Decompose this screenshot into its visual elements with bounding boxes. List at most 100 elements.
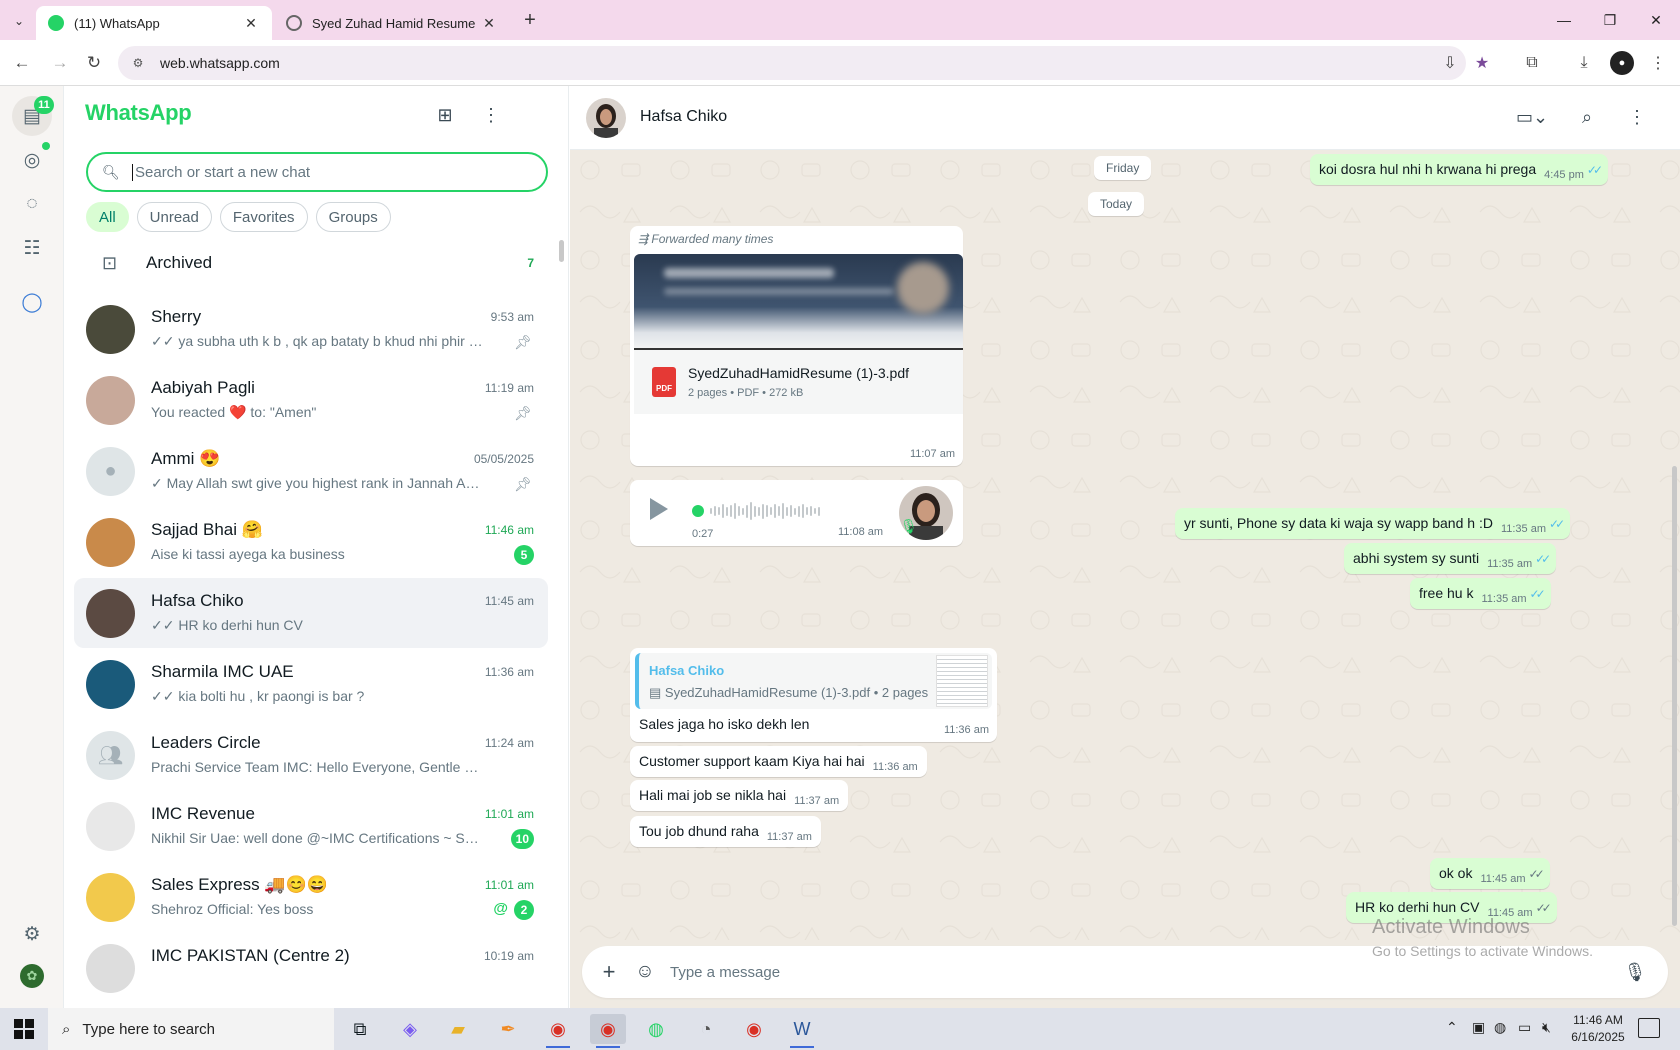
tab-search-chevron-icon[interactable]: ⌄ — [8, 10, 30, 32]
chat-list-item[interactable]: Sales Express 🚚😊😄 11:01 am Shehroz Officia… — [74, 862, 548, 932]
document-info[interactable]: PDF SyedZuhadHamidResume (1)-3.pdf 2 pag… — [634, 350, 963, 414]
forward-icon[interactable]: → — [48, 51, 72, 75]
tab-whatsapp[interactable]: (11) WhatsApp ✕ — [36, 6, 272, 40]
browser-profile-avatar[interactable]: ● — [1610, 51, 1634, 75]
url-field[interactable]: ⚙ web.whatsapp.com — [118, 46, 1466, 80]
site-info-icon[interactable]: ⚙ — [130, 55, 146, 71]
new-chat-icon[interactable]: ⊞ — [432, 102, 458, 128]
message-time: 11:35 am — [1487, 558, 1533, 570]
filter-favorites[interactable]: Favorites — [219, 202, 308, 232]
document-message[interactable]: ⇶ Forwarded many times PDF SyedZuhadHami… — [630, 226, 963, 466]
tray-app-icon[interactable]: ◍ — [1494, 1019, 1506, 1036]
voice-waveform[interactable] — [692, 500, 882, 522]
extensions-icon[interactable]: ⧉ — [1520, 51, 1544, 75]
volume-muted-icon[interactable]: 🔇︎ — [1542, 1019, 1551, 1036]
communities-icon[interactable]: ☷ — [20, 236, 44, 260]
app-icon[interactable]: ✒ — [490, 1014, 526, 1044]
quoted-message[interactable]: Hafsa Chiko ▤ SyedZuhadHamidResume (1)-3… — [635, 653, 992, 709]
chat-avatar[interactable] — [86, 873, 135, 922]
chat-avatar[interactable] — [86, 802, 135, 851]
chat-list-item[interactable]: IMC PAKISTAN (Centre 2) 10:19 am — [74, 933, 548, 1003]
video-call-icon[interactable]: ▭⌄ — [1508, 104, 1556, 130]
chat-avatar[interactable] — [86, 518, 135, 567]
conversation-header[interactable]: Hafsa Chiko ▭⌄ ⌕ ⋮ — [570, 86, 1680, 150]
filter-all[interactable]: All — [86, 202, 129, 232]
profile-avatar[interactable]: ✿ — [20, 964, 44, 988]
chat-preview: Aise ki tassi ayega ka business — [151, 546, 345, 562]
tray-app-icon[interactable]: ▣ — [1472, 1019, 1485, 1036]
restore-icon[interactable]: ❐ — [1592, 6, 1628, 34]
bookmark-star-icon[interactable]: ★ — [1470, 51, 1494, 75]
outgoing-message: free hu k 11:35 am ✓✓ — [1410, 578, 1551, 609]
chrome-active-icon[interactable]: ◉ — [590, 1014, 626, 1048]
chat-list-item[interactable]: Sajjad Bhai 🤗 11:46 am Aise ki tassi ayega… — [74, 507, 548, 577]
chat-avatar[interactable] — [86, 305, 135, 354]
reload-icon[interactable]: ↻ — [82, 51, 106, 75]
chat-list-item[interactable]: 👥︎ Leaders Circle 11:24 am Prachi Service T… — [74, 720, 548, 790]
word-icon[interactable]: W — [784, 1014, 820, 1048]
tray-chevron-icon[interactable]: ⌃ — [1446, 1019, 1458, 1036]
copilot-icon[interactable]: ◈ — [392, 1014, 428, 1044]
file-explorer-icon[interactable]: ▰ — [440, 1014, 476, 1044]
install-app-icon[interactable]: ⇩ — [1438, 51, 1462, 75]
contact-name[interactable]: Hafsa Chiko — [640, 108, 727, 126]
tab-resume[interactable]: Syed Zuhad Hamid Resume ✕ — [274, 6, 510, 40]
chat-name: Sherry — [151, 307, 202, 326]
message-text: Sales jaga ho isko dekh len — [639, 716, 810, 732]
search-messages-icon[interactable]: ⌕ — [1574, 104, 1600, 130]
whatsapp-taskbar-icon[interactable]: ◍ — [638, 1014, 674, 1044]
task-view-icon[interactable]: ⧉ — [342, 1014, 378, 1044]
voice-progress-knob[interactable] — [692, 505, 704, 517]
archived-row[interactable]: ⊡ Archived 7 — [86, 238, 548, 288]
chat-list-item[interactable]: Aabiyah Pagli 11:19 am You reacted ❤️ to: … — [74, 365, 548, 435]
downloads-icon[interactable]: ⤓ — [1572, 51, 1596, 75]
status-icon[interactable]: ◎ — [20, 148, 44, 172]
chat-avatar[interactable] — [86, 660, 135, 709]
browser-menu-icon[interactable]: ⋮ — [1646, 51, 1670, 75]
pin-icon: 📌︎ — [514, 334, 532, 350]
notifications-icon[interactable] — [1638, 1018, 1660, 1038]
voice-record-icon[interactable]: 🎙︎ — [1620, 957, 1650, 987]
close-window-icon[interactable]: ✕ — [1638, 6, 1674, 34]
emoji-sticker-icon[interactable]: ☺ — [630, 957, 660, 987]
chat-list-item[interactable]: Hafsa Chiko 11:45 am ✓✓ HR ko derhi hun CV — [74, 578, 548, 648]
conversation-menu-icon[interactable]: ⋮ — [1624, 104, 1650, 130]
search-input[interactable] — [132, 163, 532, 181]
quoted-text: ▤ SyedZuhadHamidResume (1)-3.pdf • 2 pag… — [649, 685, 929, 700]
windows-start-icon[interactable] — [14, 1019, 34, 1039]
taskbar-search[interactable]: ⌕ Type here to search — [48, 1008, 334, 1050]
filter-unread[interactable]: Unread — [136, 202, 212, 232]
chat-avatar[interactable]: ● — [86, 447, 135, 496]
chat-list-item[interactable]: ● Ammi 😍 05/05/2025 ✓ May Allah swt give yo… — [74, 436, 548, 506]
chat-avatar[interactable]: 👥︎ — [86, 731, 135, 780]
conversation-scrollbar[interactable] — [1672, 466, 1677, 926]
meta-ai-icon[interactable]: ◯ — [20, 290, 44, 314]
message-text: koi dosra hul nhi h krwana hi prega — [1319, 161, 1537, 177]
chat-avatar[interactable] — [86, 376, 135, 425]
chat-list-item[interactable]: Sherry 9:53 am ✓✓ ya subha uth k b , qk ap… — [74, 294, 548, 364]
new-tab-icon[interactable]: + — [518, 8, 542, 32]
contact-avatar[interactable] — [586, 98, 626, 138]
channels-icon[interactable]: ◌ — [20, 192, 44, 216]
attach-plus-icon[interactable]: + — [594, 957, 624, 987]
close-tab-icon[interactable]: ✕ — [242, 15, 260, 32]
chat-list-item[interactable]: IMC Revenue 11:01 am Nikhil Sir Uae: well … — [74, 791, 548, 861]
network-icon[interactable]: ▭ — [1518, 1019, 1531, 1036]
chat-list-scrollbar[interactable] — [559, 240, 564, 262]
app-icon[interactable]: ◔ — [688, 1014, 724, 1044]
close-tab-icon[interactable]: ✕ — [480, 15, 498, 32]
filter-groups[interactable]: Groups — [315, 202, 391, 232]
chat-avatar[interactable] — [86, 589, 135, 638]
minimize-icon[interactable]: — — [1546, 6, 1582, 34]
chrome-icon[interactable]: ◉ — [736, 1014, 772, 1044]
message-input[interactable] — [670, 963, 1620, 981]
chrome-icon[interactable]: ◉ — [540, 1014, 576, 1048]
taskbar-clock[interactable]: 11:46 AM 6/16/2025 — [1558, 1012, 1638, 1046]
document-preview-thumbnail[interactable] — [634, 254, 963, 350]
back-icon[interactable]: ← — [10, 51, 34, 75]
settings-icon[interactable]: ⚙ — [20, 922, 44, 946]
chat-avatar[interactable] — [86, 944, 135, 993]
chat-list-item[interactable]: Sharmila IMC UAE 11:36 am ✓✓ kia bolti hu … — [74, 649, 548, 719]
sidebar-menu-icon[interactable]: ⋮ — [478, 102, 504, 128]
play-voice-icon[interactable] — [650, 498, 668, 520]
